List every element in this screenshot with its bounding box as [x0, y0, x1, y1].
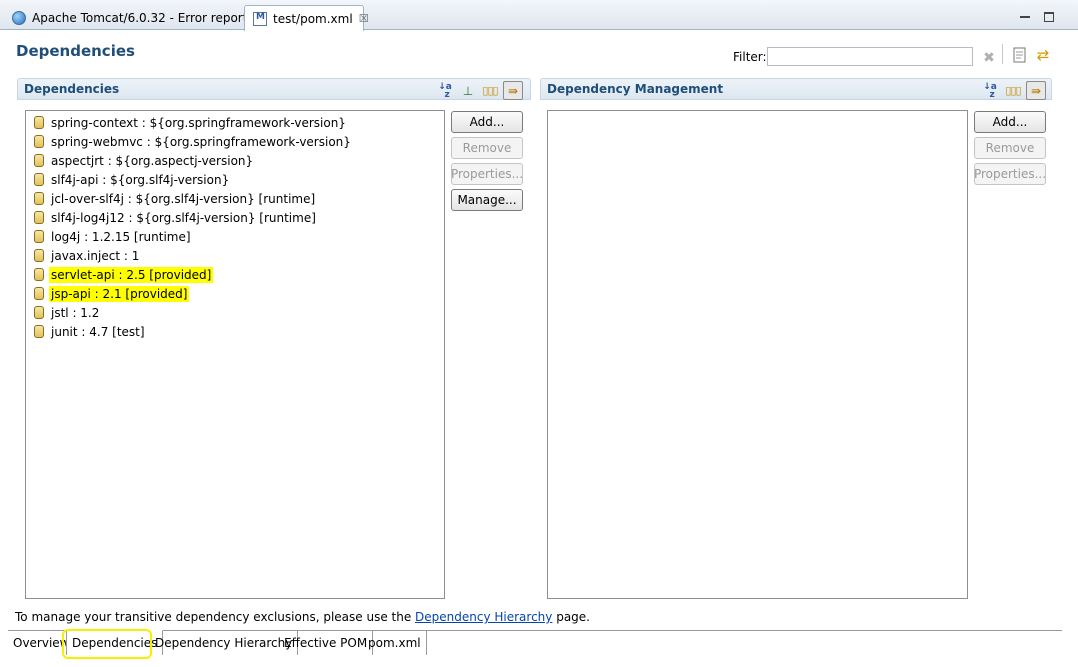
tab-label: pom.xml [368, 636, 421, 650]
jar-icon [34, 154, 44, 167]
dependency-label: log4j : 1.2.15 [runtime] [51, 229, 191, 244]
tab-label: Effective POM [284, 636, 368, 650]
dependency-label: javax.inject : 1 [51, 248, 140, 263]
jar-icon [34, 325, 44, 338]
dependency-label: slf4j-api : ${org.slf4j-version} [51, 172, 230, 187]
editor-tab-strip: Apache Tomcat/6.0.32 - Error report test… [0, 0, 1078, 31]
dependency-label: servlet-api : 2.5 [provided] [49, 266, 214, 283]
tab-label: Dependencies [72, 636, 158, 650]
tab-pom-xml[interactable]: test/pom.xml ☒ [244, 5, 369, 31]
jar-icon [34, 135, 44, 148]
toolbar-separator [1002, 44, 1003, 64]
tab-pom-xml-source[interactable]: pom.xml [363, 631, 427, 655]
list-item[interactable]: servlet-api : 2.5 [provided] [26, 265, 444, 284]
filter-input[interactable] [767, 47, 973, 66]
list-item[interactable]: spring-context : ${org.springframework-v… [26, 113, 444, 132]
filter-scope-icon[interactable]: ⇛ [503, 81, 523, 100]
jar-icon [34, 268, 44, 281]
show-versions-icon[interactable]: ▯▯▯ [1003, 81, 1023, 100]
add-dependency-button[interactable]: Add... [451, 111, 523, 133]
list-item[interactable]: javax.inject : 1 [26, 246, 444, 265]
hint-text: To manage your transitive dependency exc… [15, 610, 416, 624]
list-item[interactable]: jcl-over-slf4j : ${org.slf4j-version} [r… [26, 189, 444, 208]
dependency-hierarchy-link[interactable]: Dependency Hierarchy [415, 610, 552, 624]
jar-icon [34, 116, 44, 129]
remove-dependency-button[interactable]: Remove [451, 137, 523, 159]
add-managed-dependency-button[interactable]: Add... [974, 111, 1046, 133]
hint-text-end: page. [552, 610, 590, 624]
list-item[interactable]: slf4j-log4j12 : ${org.slf4j-version} [ru… [26, 208, 444, 227]
tab-tomcat-error-report[interactable]: Apache Tomcat/6.0.32 - Error report [4, 5, 248, 30]
dependency-label: jstl : 1.2 [51, 305, 100, 320]
jar-icon [34, 173, 44, 186]
maximize-icon[interactable] [1044, 12, 1054, 22]
list-item[interactable]: log4j : 1.2.15 [runtime] [26, 227, 444, 246]
show-pom-icon[interactable] [1011, 46, 1029, 64]
dependencies-list[interactable]: spring-context : ${org.springframework-v… [25, 110, 445, 599]
dependency-label: spring-webmvc : ${org.springframework-ve… [51, 134, 351, 149]
exclusions-hint: To manage your transitive dependency exc… [15, 610, 590, 624]
list-item[interactable]: junit : 4.7 [test] [26, 322, 444, 341]
list-item[interactable]: aspectjrt : ${org.aspectj-version} [26, 151, 444, 170]
dependency-management-list[interactable] [547, 110, 968, 599]
dependencies-section-header: Dependencies ↓a z ⊥ ▯▯▯ ⇛ [17, 78, 531, 100]
close-icon[interactable]: ☒ [359, 12, 369, 25]
dependency-label: jcl-over-slf4j : ${org.slf4j-version} [r… [51, 191, 316, 206]
sort-alphabetically-icon[interactable]: ↓a z [435, 81, 455, 100]
clear-filter-icon[interactable]: ✖ [980, 49, 998, 67]
page-tab-bar: Overview Dependencies Dependency Hierarc… [8, 630, 1062, 655]
show-versions-icon[interactable]: ▯▯▯ [480, 81, 500, 100]
jar-icon [34, 287, 44, 300]
tab-dependency-hierarchy[interactable]: Dependency Hierarchy [150, 631, 299, 655]
dependency-label: slf4j-log4j12 : ${org.slf4j-version} [ru… [51, 210, 316, 225]
tab-label: test/pom.xml [273, 11, 353, 26]
tab-label: Apache Tomcat/6.0.32 - Error report [32, 10, 248, 25]
sort-alphabetically-icon[interactable]: ↓a z [980, 81, 1000, 100]
minimize-icon[interactable] [1020, 16, 1030, 18]
show-groupid-icon[interactable]: ⊥ [458, 81, 478, 100]
tab-label: Dependency Hierarchy [155, 636, 293, 650]
dependency-management-section-title: Dependency Management [547, 82, 724, 96]
manage-dependencies-button[interactable]: Manage... [451, 189, 523, 211]
page-title: Dependencies [16, 42, 135, 60]
refresh-icon[interactable]: ⇄ [1034, 46, 1052, 64]
tab-effective-pom[interactable]: Effective POM [279, 631, 374, 655]
filter-scope-icon[interactable]: ⇛ [1026, 81, 1046, 100]
jar-icon [34, 230, 44, 243]
jar-icon [34, 211, 44, 224]
dependency-label: aspectjrt : ${org.aspectj-version} [51, 153, 254, 168]
globe-icon [12, 10, 26, 25]
remove-managed-dependency-button[interactable]: Remove [974, 137, 1046, 159]
managed-dependency-properties-button[interactable]: Properties... [974, 163, 1046, 185]
list-item[interactable]: jsp-api : 2.1 [provided] [26, 284, 444, 303]
jar-icon [34, 306, 44, 319]
dependencies-section-title: Dependencies [24, 82, 120, 96]
list-item[interactable]: jstl : 1.2 [26, 303, 444, 322]
filter-label: Filter: [733, 50, 767, 64]
dependency-label: junit : 4.7 [test] [51, 324, 145, 339]
list-item[interactable]: spring-webmvc : ${org.springframework-ve… [26, 132, 444, 151]
dependency-management-section-header: Dependency Management ↓a z ▯▯▯ ⇛ [540, 78, 1052, 100]
maven-file-icon [253, 11, 267, 26]
dependency-label: spring-context : ${org.springframework-v… [51, 115, 346, 130]
jar-icon [34, 192, 44, 205]
tab-label: Overview [13, 636, 70, 650]
tab-dependencies[interactable]: Dependencies [66, 630, 164, 655]
dependency-properties-button[interactable]: Properties... [451, 163, 523, 185]
dependency-label: jsp-api : 2.1 [provided] [49, 285, 190, 302]
jar-icon [34, 249, 44, 262]
list-item[interactable]: slf4j-api : ${org.slf4j-version} [26, 170, 444, 189]
